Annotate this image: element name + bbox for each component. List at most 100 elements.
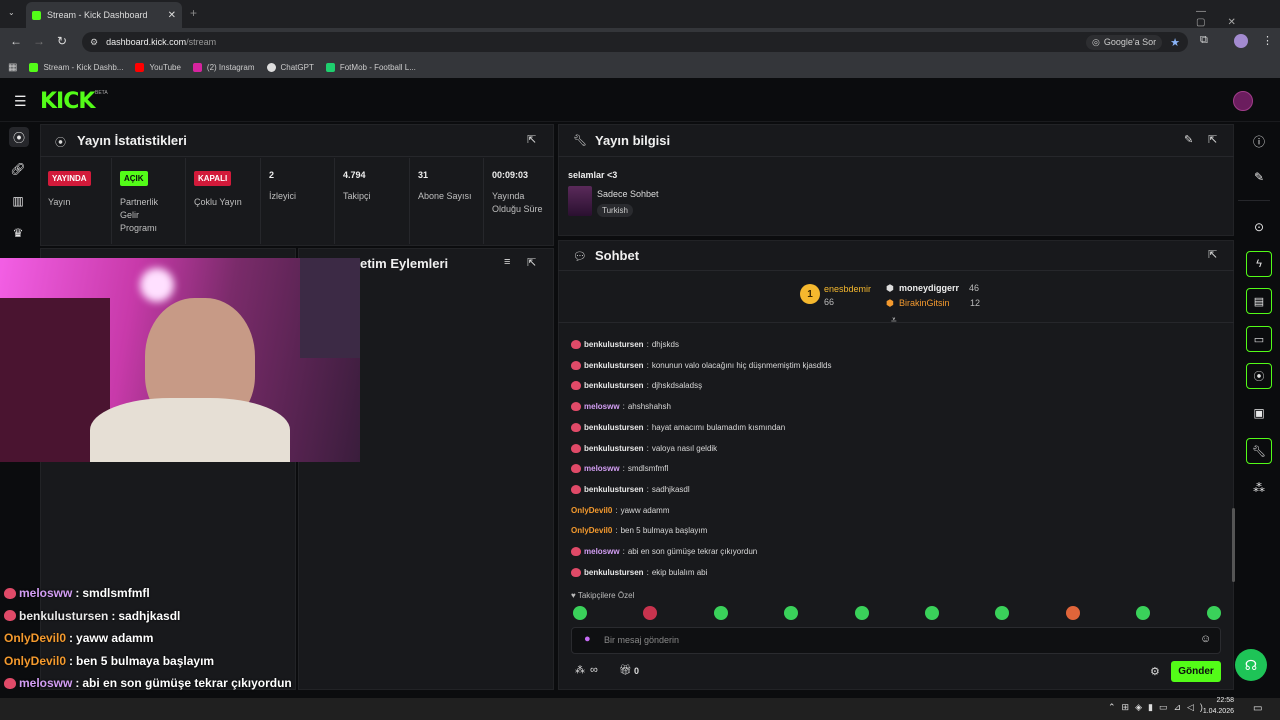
window-controls[interactable]: —▢✕ [1196, 6, 1280, 28]
filter-icon[interactable]: ≡ [504, 256, 510, 268]
stream-nav-icon[interactable]: ⦿ [9, 127, 29, 147]
analytics-nav-icon[interactable]: ▥ [9, 192, 27, 210]
popout-icon[interactable]: ⇱ [527, 256, 536, 269]
language-tag: Turkish [597, 204, 633, 217]
chat-panel-icon[interactable]: ▭ [1246, 326, 1272, 352]
stat-multistream: KAPALI Çoklu Yayın [186, 158, 261, 244]
emote-icon[interactable] [573, 606, 587, 620]
windows-taskbar [0, 698, 1280, 720]
user-avatar[interactable] [1233, 91, 1253, 111]
emoji-picker-icon[interactable]: ☺ [1200, 633, 1211, 645]
webcam-overlay [0, 258, 360, 462]
kick-logo[interactable]: KICK [40, 89, 95, 114]
devil-badge-icon [571, 484, 581, 494]
tab-search-icon[interactable]: ⌄ [8, 8, 15, 17]
chat-username[interactable]: OnlyDevil0 [571, 526, 612, 535]
info-icon[interactable]: ⓘ [1250, 132, 1268, 150]
mic-icon[interactable]: ● [584, 633, 591, 645]
edit-icon[interactable]: ✎ [1184, 133, 1193, 146]
followers-only-label: ♥ Takipçilere Özel [571, 591, 635, 600]
chat-message: benkulustursen: valoya nasıl geldik [571, 443, 717, 453]
chat-username[interactable]: benkulustursen [584, 340, 644, 349]
devil-badge-icon [571, 381, 581, 391]
address-bar[interactable]: ⚙ dashboard.kick.com/stream ◎ Google'a So… [82, 32, 1188, 52]
site-info-icon[interactable]: ⚙ [90, 37, 98, 48]
devil-badge-icon [571, 443, 581, 453]
notification-icon[interactable]: ▭ [1253, 703, 1262, 714]
chat-username[interactable]: melosww [584, 464, 620, 473]
bookmark-fotmob[interactable]: FotMob - Football L... [325, 62, 416, 72]
record-icon[interactable]: ⊙ [1250, 218, 1268, 236]
popout-icon[interactable]: ⇱ [527, 133, 536, 146]
clock-time[interactable]: 22:58 [1200, 697, 1234, 704]
profile-avatar[interactable] [1234, 34, 1248, 48]
overlay-chat-message: melosww: smdlsmfmfl [4, 586, 150, 600]
chat-colon: : [646, 381, 649, 391]
leader-1-name[interactable]: enesbdemir [824, 284, 871, 294]
gift-icon[interactable]: 🎁︎ [619, 665, 632, 676]
share-icon[interactable]: ⁂ [1250, 479, 1268, 497]
popout-icon[interactable]: ⇱ [1208, 133, 1217, 146]
bookmark-star-icon[interactable]: ★ [1170, 36, 1180, 49]
back-icon[interactable]: ← [10, 34, 22, 48]
emote-icon[interactable] [925, 606, 939, 620]
divider [558, 322, 1234, 323]
divider [1238, 200, 1270, 201]
bookmark-label: (2) Instagram [206, 62, 255, 72]
extensions-icon[interactable]: ⧉ [1200, 34, 1208, 47]
category-name[interactable]: Sadece Sohbet [597, 189, 659, 199]
bookmark-kick[interactable]: Stream - Kick Dashb... [29, 62, 123, 72]
tray-icons[interactable]: ⌃⊞◈▮▭⊿◁) [1108, 702, 1209, 713]
new-tab-icon[interactable]: + [190, 6, 197, 20]
chat-settings-icon[interactable]: ⚙ [1150, 665, 1160, 678]
quick-action-icon[interactable]: ϟ [1246, 251, 1272, 277]
chat-text: abi en son gümüşe tekrar çıkıyordun [627, 547, 758, 556]
leader-2-name[interactable]: moneydiggerr [899, 283, 959, 293]
hamburger-menu-icon[interactable]: ☰ [14, 93, 27, 110]
menu-icon[interactable]: ⋮ [1262, 34, 1273, 47]
trophy-nav-icon[interactable]: ♛ [9, 224, 27, 242]
chat-username[interactable]: benkulustursen [584, 568, 644, 577]
tools-icon[interactable]: 🔧︎ [1246, 438, 1272, 464]
category-thumbnail[interactable] [568, 186, 592, 216]
chat-username[interactable]: benkulustursen [584, 381, 644, 390]
collapse-leaderboard-icon[interactable]: ⩡ [891, 315, 897, 326]
forward-icon[interactable]: → [33, 34, 45, 48]
chat-username[interactable]: benkulustursen [584, 361, 644, 370]
chat-username[interactable]: benkulustursen [584, 423, 644, 432]
leader-3-name[interactable]: BirakinGitsin [899, 298, 950, 308]
clock-date[interactable]: 1.04.2026 [1200, 708, 1234, 715]
emote-icon[interactable] [1206, 606, 1221, 620]
pen-icon[interactable]: ✎ [1250, 168, 1268, 186]
chat-username[interactable]: benkulustursen [584, 485, 644, 494]
chat-message: melosww: ahshshahsh [571, 402, 671, 412]
bookmark-chatgpt[interactable]: ChatGPT [266, 62, 314, 72]
chat-username[interactable]: benkulustursen [584, 444, 644, 453]
google-lens-button[interactable]: ◎ Google'a Sor [1086, 34, 1163, 50]
send-button[interactable]: Gönder [1171, 661, 1221, 682]
chat-username[interactable]: OnlyDevil0 [571, 506, 612, 515]
chat-scrollbar[interactable] [1232, 508, 1235, 582]
chat-colon: : [646, 567, 649, 577]
emote-icon[interactable] [713, 606, 728, 620]
reload-icon[interactable]: ↻ [57, 34, 67, 48]
layout-icon[interactable]: ▣ [1250, 404, 1268, 422]
apps-icon[interactable]: ▦ [8, 62, 17, 73]
chat-text: ahshshahsh [627, 402, 671, 412]
chat-text: yaww adamm [620, 505, 670, 515]
bookmark-instagram[interactable]: (2) Instagram [192, 62, 255, 72]
bookmark-youtube[interactable]: YouTube [135, 62, 181, 72]
support-chat-icon[interactable]: ☊ [1235, 649, 1267, 681]
notes-icon[interactable]: ▤ [1246, 288, 1272, 314]
emote-icon[interactable] [854, 606, 869, 620]
chat-username[interactable]: melosww [584, 547, 620, 556]
emote-icon[interactable] [1065, 606, 1080, 620]
chat-username[interactable]: melosww [584, 402, 620, 411]
chat-colon: : [622, 547, 625, 556]
broadcast-icon[interactable]: ⦿ [1246, 363, 1272, 389]
link-nav-icon[interactable]: 🔗︎ [9, 160, 27, 178]
followers-only-text: Takipçilere Özel [577, 591, 635, 600]
close-tab-icon[interactable]: ✕ [168, 10, 176, 21]
browser-tab[interactable]: Stream - Kick Dashboard ✕ [26, 2, 182, 28]
popout-icon[interactable]: ⇱ [1208, 248, 1217, 261]
